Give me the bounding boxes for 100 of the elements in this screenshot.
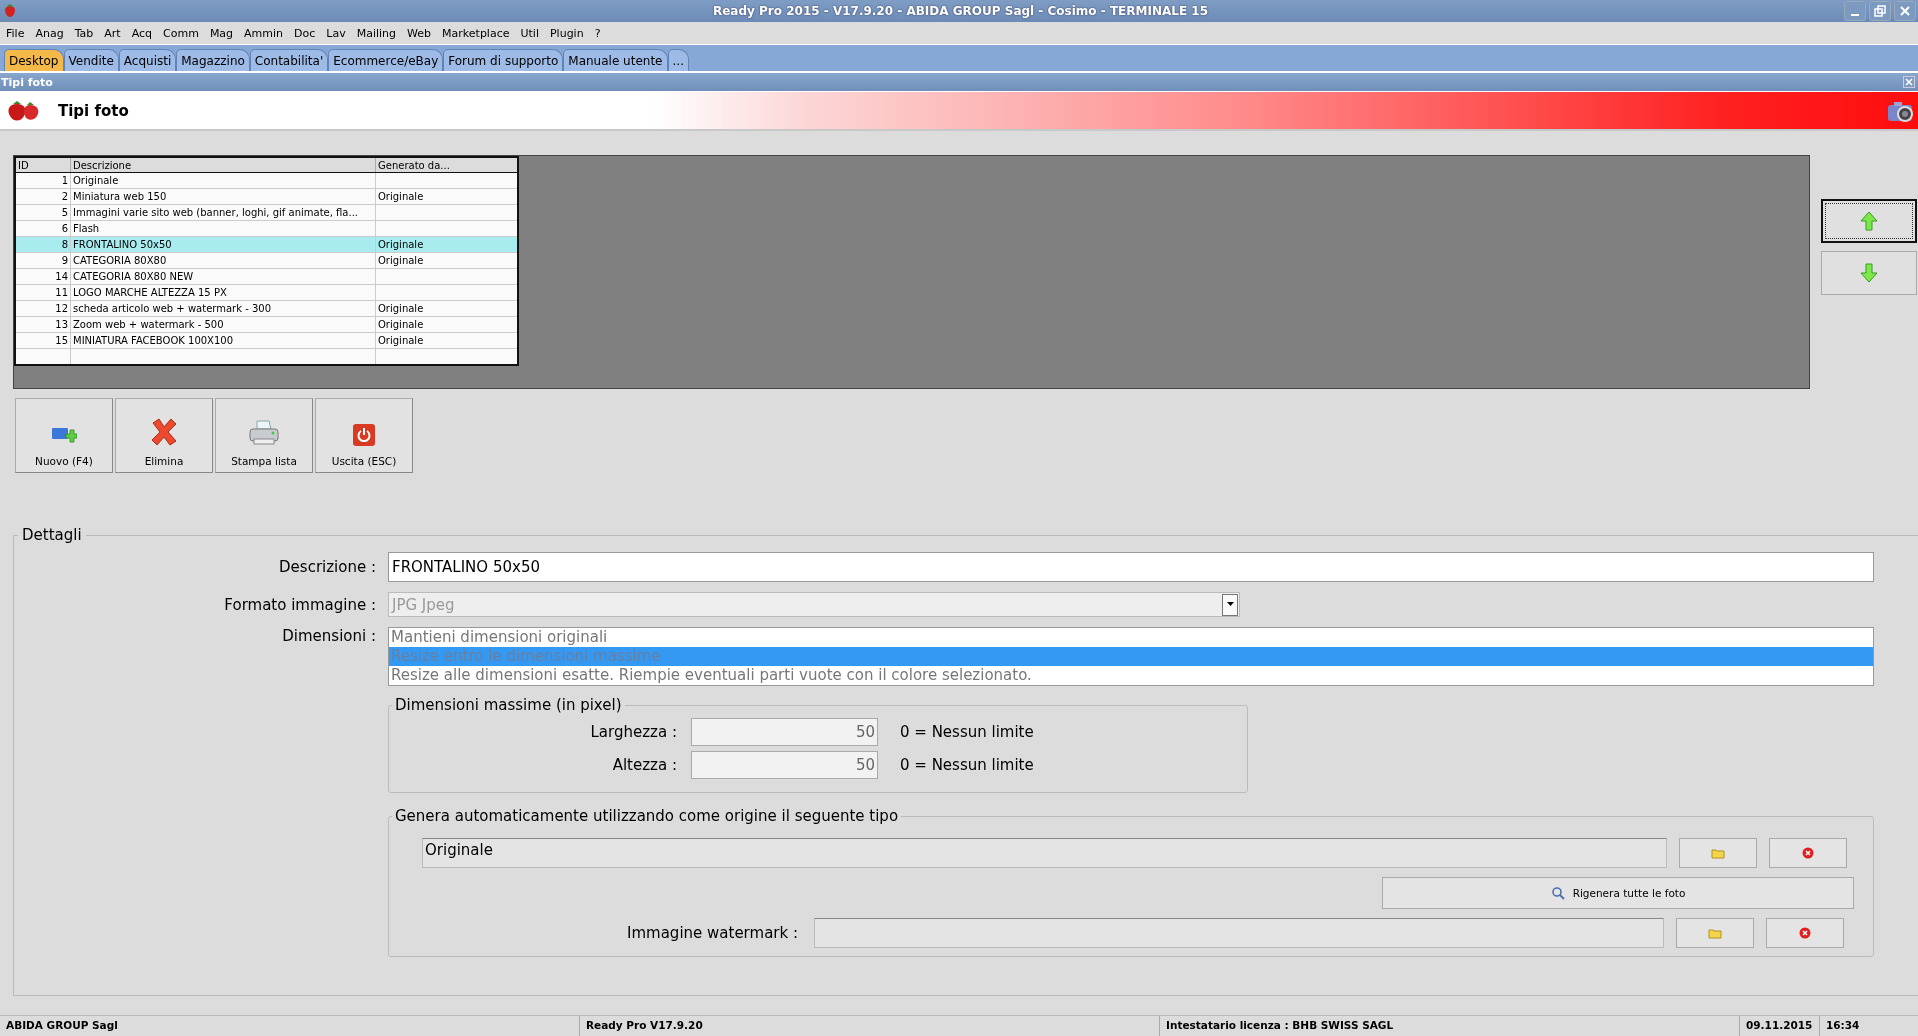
table-cell: 15 xyxy=(15,332,71,349)
table-cell: Flash xyxy=(70,220,376,237)
toolbar-button[interactable]: Nuovo (F4) xyxy=(15,398,113,473)
menu-item[interactable]: Mailing xyxy=(356,26,397,40)
restore-icon xyxy=(1874,5,1886,17)
tab[interactable]: Manuale utente xyxy=(563,49,668,71)
menu-item[interactable]: Ammin xyxy=(244,26,284,40)
number-field[interactable]: 50 xyxy=(691,751,878,779)
table-cell: 5 xyxy=(15,204,71,221)
table-cell: CATEGORIA 80X80 NEW xyxy=(70,268,376,285)
field-label: Larghezza : xyxy=(589,723,678,741)
hint-text: 0 = Nessun limite xyxy=(900,756,1034,774)
column-header[interactable]: Generato da... xyxy=(375,157,518,173)
tab[interactable]: Magazzino xyxy=(176,49,250,71)
toolbar-button[interactable]: Stampa lista xyxy=(215,398,313,473)
table-cell: 14 xyxy=(15,268,71,285)
menu-item[interactable]: Doc xyxy=(294,26,316,40)
move-down-button[interactable] xyxy=(1821,251,1917,295)
menu-item[interactable]: Lav xyxy=(326,26,346,40)
toolbar-button[interactable]: Elimina xyxy=(115,398,213,473)
number-field[interactable]: 50 xyxy=(691,718,878,746)
field-label: Descrizione : xyxy=(278,558,377,576)
menu-item[interactable]: Comm xyxy=(163,26,199,40)
status-text: Ready Pro V17.9.20 xyxy=(580,1016,1160,1036)
table-cell: CATEGORIA 80X80 xyxy=(70,252,376,269)
menu-item[interactable]: Art xyxy=(104,26,121,40)
table-cell: LOGO MARCHE ALTEZZA 15 PX xyxy=(70,284,376,301)
cross-icon xyxy=(149,417,179,447)
tab[interactable]: Contabilita' xyxy=(249,49,329,71)
close-button[interactable] xyxy=(1894,1,1916,21)
menu-item[interactable]: Acq xyxy=(131,26,153,40)
column-header[interactable]: ID xyxy=(15,157,71,173)
clear-icon xyxy=(1802,847,1814,859)
menu-item[interactable]: Mag xyxy=(209,26,234,40)
arrow-up-icon xyxy=(1859,211,1879,231)
tab[interactable]: ... xyxy=(667,49,689,71)
strawberry-icon xyxy=(3,3,17,19)
close-icon xyxy=(1905,78,1913,86)
clear-icon xyxy=(1799,927,1811,939)
minimize-icon xyxy=(1851,14,1859,16)
printer-icon xyxy=(248,419,280,447)
menu-item[interactable]: Marketplace xyxy=(442,26,510,40)
toolbar-button[interactable]: Uscita (ESC) xyxy=(315,398,413,473)
regenerate-button[interactable]: Rigenera tutte le foto xyxy=(1382,877,1854,909)
close-button[interactable] xyxy=(1903,76,1915,88)
table-cell: 12 xyxy=(15,300,71,317)
move-up-button[interactable] xyxy=(1821,199,1917,243)
status-text: Intestatario licenza : BHB SWISS SAGL xyxy=(1160,1016,1740,1036)
table-cell: 1 xyxy=(15,172,71,189)
arrow-down-icon xyxy=(1859,263,1879,283)
menu-item[interactable]: ? xyxy=(594,26,601,40)
table-cell: 9 xyxy=(15,252,71,269)
status-text: 09.11.2015 xyxy=(1740,1016,1820,1036)
page-title: Tipi foto xyxy=(58,101,129,120)
table-cell: 2 xyxy=(15,188,71,205)
tab[interactable]: Acquisti xyxy=(118,49,177,71)
subwindow-title: Tipi foto xyxy=(0,75,53,89)
restore-button[interactable] xyxy=(1869,1,1891,21)
tab[interactable]: Vendite xyxy=(63,49,119,71)
power-icon xyxy=(352,423,376,447)
folder-icon xyxy=(1711,847,1725,859)
column-header[interactable]: Descrizione xyxy=(70,157,376,173)
description-field[interactable]: FRONTALINO 50x50 xyxy=(388,552,1874,582)
table-cell: Miniatura web 150 xyxy=(70,188,376,205)
field-label: Immagine watermark : xyxy=(626,924,799,942)
group-title: Dimensioni massime (in pixel) xyxy=(394,696,623,714)
clear-button[interactable] xyxy=(1769,838,1847,868)
table-cell: Originale xyxy=(70,172,376,189)
group-title: Genera automaticamente utilizzando come origine il seguente tipo xyxy=(394,807,900,825)
tab[interactable]: Ecommerce/eBay xyxy=(328,49,444,71)
close-icon xyxy=(1900,6,1910,16)
menu-item[interactable]: Plugin xyxy=(549,26,584,40)
field-label: Altezza : xyxy=(611,756,678,774)
table-cell: MINIATURA FACEBOOK 100X100 xyxy=(70,332,376,349)
menu-item[interactable]: Anag xyxy=(35,26,64,40)
table-cell: Zoom web + watermark - 500 xyxy=(70,316,376,333)
folder-icon xyxy=(1708,927,1722,939)
tab[interactable]: Desktop xyxy=(4,49,64,71)
status-text: 16:34 xyxy=(1825,1018,1861,1033)
field-label: Formato immagine : xyxy=(223,595,377,614)
menu-item[interactable]: Tab xyxy=(74,26,94,40)
tab[interactable]: Forum di supporto xyxy=(443,49,564,71)
field-label: Dimensioni : xyxy=(281,627,377,645)
table-cell: 11 xyxy=(15,284,71,301)
section-title: Dettagli xyxy=(21,526,83,544)
dropdown-caret-icon xyxy=(1226,602,1234,607)
status-text: ABIDA GROUP Sagl xyxy=(0,1016,580,1036)
table-cell: Immagini varie sito web (banner, loghi, gif animate, fla... xyxy=(70,204,376,221)
clear-button[interactable] xyxy=(1766,918,1844,948)
minimize-button[interactable] xyxy=(1844,1,1866,21)
list-option[interactable]: Resize alle dimensioni esatte. Riempie eventuali parti vuote con il colore selezionato. xyxy=(389,666,1873,685)
table-cell: scheda articolo web + watermark - 300 xyxy=(70,300,376,317)
menu-item[interactable]: Util xyxy=(520,26,539,40)
folder-button[interactable] xyxy=(1679,838,1757,868)
menu-item[interactable]: Web xyxy=(407,26,432,40)
folder-button[interactable] xyxy=(1676,918,1754,948)
menu-item[interactable]: File xyxy=(6,26,25,40)
watermark-field[interactable] xyxy=(814,918,1664,948)
list-option[interactable]: Mantieni dimensioni originali xyxy=(389,628,1873,647)
source-type-field[interactable]: Originale xyxy=(422,838,1667,868)
